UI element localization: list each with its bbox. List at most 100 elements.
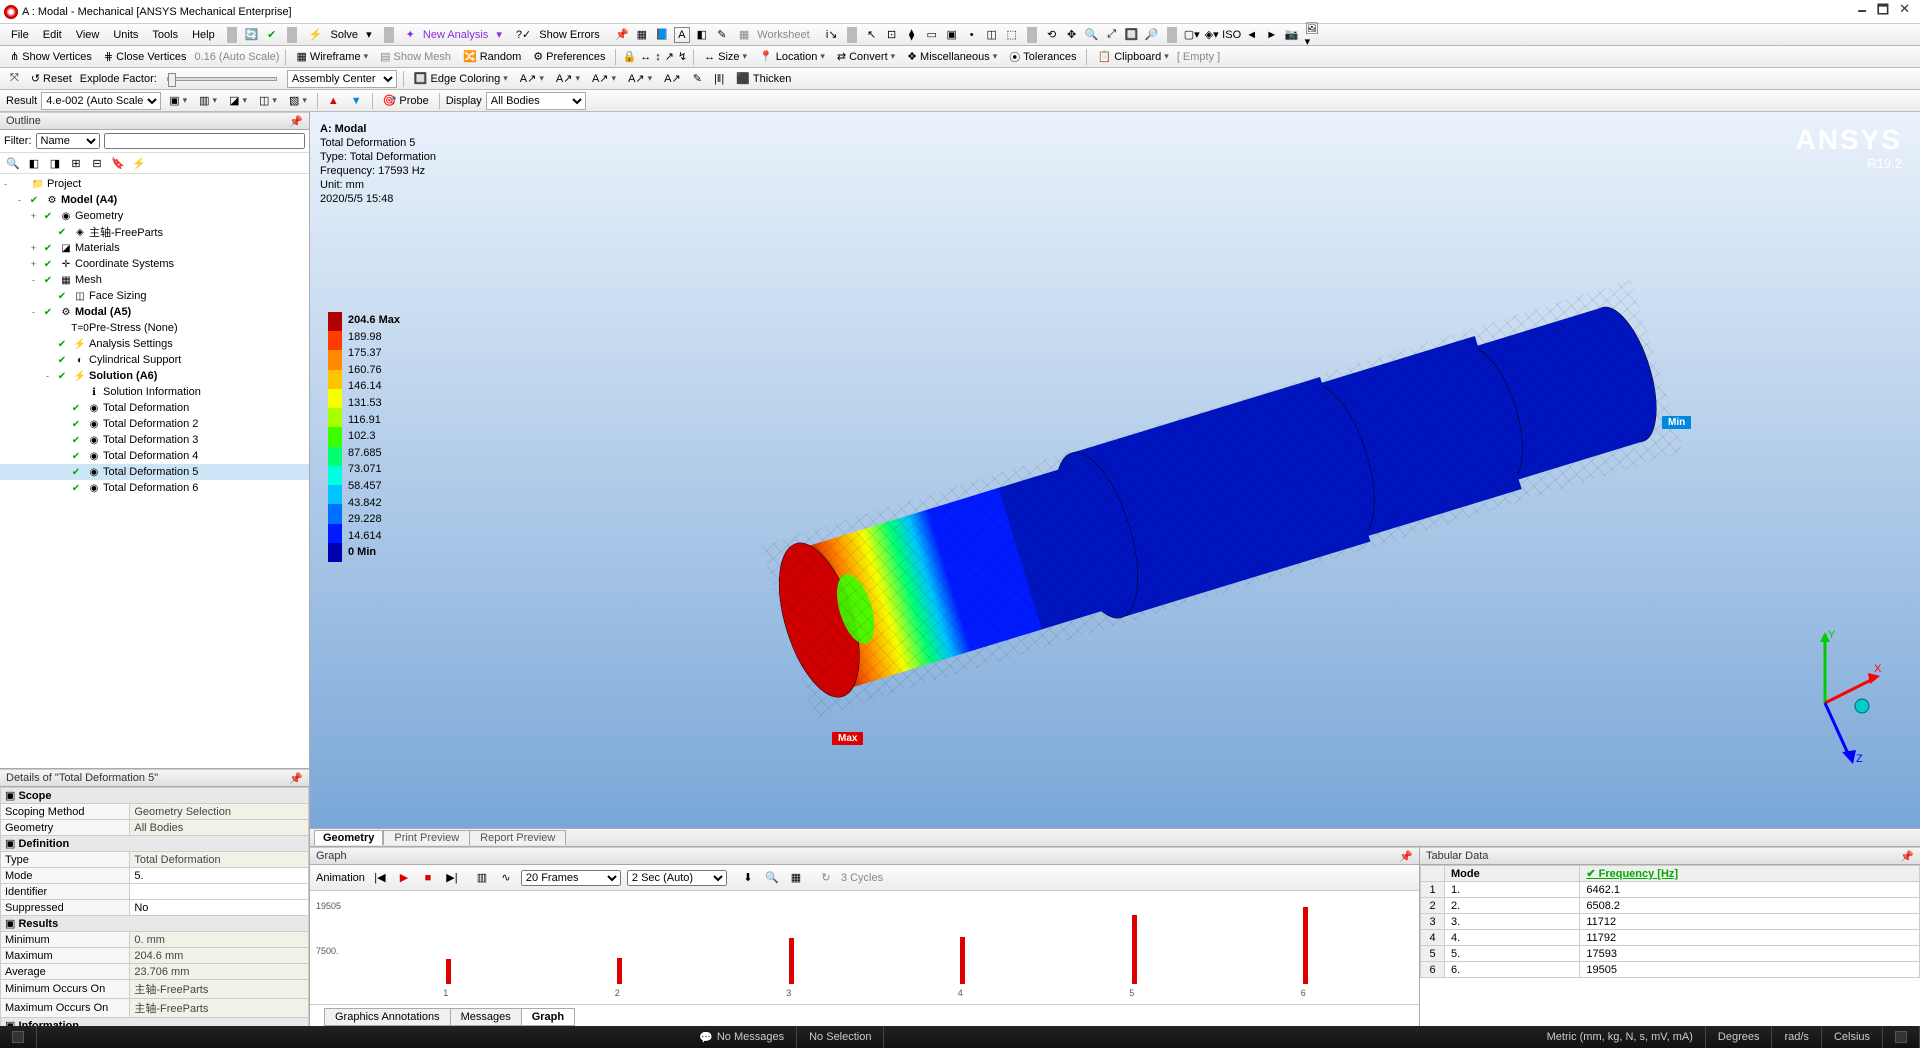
show-errors-button[interactable]: ?✓ Show Errors [511,26,610,43]
wireframe-button[interactable]: ▦ Wireframe [292,49,372,64]
tree-node[interactable]: +✔◪Materials [0,240,309,256]
capped-icon[interactable]: ◫ [255,93,281,108]
filter-btn-3[interactable]: ◨ [46,155,64,171]
misc-button[interactable]: ❖ Miscellaneous [903,49,1001,64]
pin-icon[interactable]: 📌 [289,772,303,785]
close-icon[interactable]: ✕ [1899,1,1910,23]
status-box-1[interactable] [12,1031,24,1043]
step-back-icon[interactable]: |◀ [371,869,389,887]
check-icon[interactable]: ✔ [264,27,280,43]
bodies-select[interactable]: All Bodies [486,92,586,110]
filter-btn-5[interactable]: ⊟ [88,155,106,171]
new-analysis-button[interactable]: ✦ New Analysis ▾ [401,26,507,43]
lock-icon[interactable]: 🔒 [622,50,636,63]
explode-icon[interactable]: ⤧ [6,71,23,86]
close-vertices-button[interactable]: ⋕ Close Vertices [100,49,191,64]
tree-node[interactable]: T=0Pre-Stress (None) [0,320,309,336]
maximize-icon[interactable]: 🗖 [1877,1,1889,23]
filter-input[interactable] [104,133,306,149]
axis-y-icon[interactable]: ↕ [655,51,661,63]
nav-icon[interactable]: i↘ [824,27,840,43]
reset-button[interactable]: ↺ Reset [27,71,76,86]
zoom-box-icon[interactable]: 🔲 [1124,27,1140,43]
menu-view[interactable]: View [71,27,105,43]
show-vertices-button[interactable]: ⋔ Show Vertices [6,49,96,64]
clipboard-button[interactable]: 📋 Clipboard [1093,49,1172,64]
camera-icon[interactable]: 📷 [1284,27,1300,43]
edge-a2[interactable]: A↗ [552,71,584,86]
axis-x-icon[interactable]: ↔ [640,51,651,63]
filter-select[interactable]: Name [36,133,100,149]
vertex-icon[interactable]: • [964,27,980,43]
tree-node[interactable]: -📁Project [0,176,309,192]
status-degrees[interactable]: Degrees [1706,1026,1773,1048]
menu-help[interactable]: Help [187,27,220,43]
pin-icon[interactable]: 📌 [1399,850,1413,863]
status-rads[interactable]: rad/s [1772,1026,1821,1048]
pen-icon[interactable]: ✎ [689,71,706,86]
tree-node[interactable]: ✔◫Face Sizing [0,288,309,304]
loop-icon[interactable]: ↻ [817,869,835,887]
outline-tree[interactable]: -📁Project-✔⚙Model (A4)+✔◉Geometry✔◈主轴-Fr… [0,174,309,768]
tree-node[interactable]: ✔◉Total Deformation 4 [0,448,309,464]
solve-button[interactable]: ⚡ Solve ▾ [304,26,377,43]
view-next-icon[interactable]: ► [1264,27,1280,43]
slice-icon[interactable]: ◧ [694,27,710,43]
filter-btn-1[interactable]: 🔍 [4,155,22,171]
tree-node[interactable]: ✔◉Total Deformation [0,400,309,416]
band-icon[interactable]: ▥ [195,93,221,108]
bars-icon[interactable]: ▥ [473,869,491,887]
minimize-icon[interactable]: 🗕 [1858,1,1867,23]
size-button[interactable]: ↔ Size [700,50,751,64]
tree-node[interactable]: ✔◉Total Deformation 5 [0,464,309,480]
preferences-button[interactable]: ⚙ Preferences [529,49,609,64]
tab-messages[interactable]: Messages [450,1008,522,1026]
tree-node[interactable]: ✔◐Cylindrical Support [0,352,309,368]
stop-icon[interactable]: ■ [419,869,437,887]
thicken-button[interactable]: ⬛ Thicken [732,71,795,86]
random-button[interactable]: 🔀 Random [459,49,525,64]
tab-print-preview[interactable]: Print Preview [383,830,470,845]
contour-icon[interactable]: ▣ [165,93,191,108]
edge-a4[interactable]: A↗ [624,71,656,86]
tree-node[interactable]: ✔◉Total Deformation 2 [0,416,309,432]
axis-z-icon[interactable]: ↗ [665,50,674,63]
node-icon[interactable]: ⊡ [884,27,900,43]
sec-select[interactable]: 2 Sec (Auto) [627,870,727,886]
convert-button[interactable]: ⇄ Convert [833,49,899,64]
triad-icon[interactable]: Y X Z [1770,628,1880,768]
iso-icon[interactable]: ISO [1224,27,1240,43]
status-no-messages[interactable]: 💬 No Messages [687,1026,797,1048]
view-iso-icon[interactable]: ◈▾ [1204,27,1220,43]
edge-a3[interactable]: A↗ [588,71,620,86]
zoom-fit-icon[interactable]: ⤢ [1104,27,1120,43]
frames-select[interactable]: 20 Frames [521,870,621,886]
tree-node[interactable]: -✔⚡Solution (A6) [0,368,309,384]
tabular-table[interactable]: Mode✔ Frequency [Hz]11.6462.122.6508.233… [1420,865,1920,1026]
iso-surf-icon[interactable]: ◪ [225,93,251,108]
letter-a-icon[interactable]: A [674,27,690,43]
explode-slider[interactable] [167,77,277,81]
tab-geometry[interactable]: Geometry [314,830,383,845]
filter-btn-4[interactable]: ⊞ [67,155,85,171]
status-box-2[interactable] [1895,1031,1907,1043]
zoom-graph-icon[interactable]: 🔍 [763,869,781,887]
menu-file[interactable]: File [6,27,34,43]
wave-icon[interactable]: ∿ [497,869,515,887]
location-button[interactable]: 📍 Location [755,49,829,64]
tab-report-preview[interactable]: Report Preview [469,830,566,845]
tree-node[interactable]: -✔▦Mesh [0,272,309,288]
book-icon[interactable]: 📘 [654,27,670,43]
tree-node[interactable]: +✔✛Coordinate Systems [0,256,309,272]
box-select-icon[interactable]: ⬚ [1004,27,1020,43]
assembly-center-select[interactable]: Assembly Center [287,70,397,88]
filter-btn-6[interactable]: 🔖 [109,155,127,171]
probe-button[interactable]: 🎯 Probe [379,93,433,108]
tree-node[interactable]: -✔⚙Model (A4) [0,192,309,208]
ruler-icon[interactable]: |‖| [710,72,728,86]
min-icon[interactable]: ▼ [347,94,366,108]
view-cube-icon[interactable]: ▢▾ [1184,27,1200,43]
tree-node[interactable]: ✔⚡Analysis Settings [0,336,309,352]
menu-tools[interactable]: Tools [147,27,183,43]
element-icon[interactable]: ◫ [984,27,1000,43]
